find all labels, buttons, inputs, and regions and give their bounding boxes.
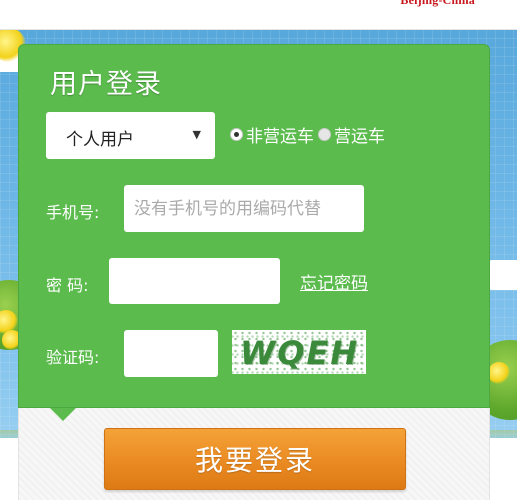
password-label: 密 码:	[46, 276, 89, 295]
forgot-password-link[interactable]: 忘记密码	[300, 269, 368, 294]
captcha-input[interactable]	[124, 330, 218, 377]
captcha-code: WQEH	[240, 334, 360, 372]
panel-notch	[50, 408, 76, 421]
login-panel: 用户登录 个人用户 ▼ 非营运车 营运车 手机号: 密 码: 忘记密码 验证码:…	[18, 44, 490, 500]
radio-unchecked-icon[interactable]	[318, 128, 331, 141]
phone-label: 手机号:	[46, 203, 100, 222]
password-input[interactable]	[109, 258, 280, 304]
vehicle-type-radios: 非营运车 营运车	[230, 122, 389, 147]
radio-commercial[interactable]: 营运车	[318, 122, 385, 147]
radio-non-commercial[interactable]: 非营运车	[230, 122, 314, 147]
top-header: Beijing-China	[0, 0, 517, 30]
captcha-image[interactable]: WQEH	[232, 330, 366, 374]
chevron-down-icon: ▼	[192, 128, 201, 141]
phone-input[interactable]	[124, 185, 364, 232]
user-type-value: 个人用户	[66, 130, 134, 150]
brand-logo: Beijing-China	[400, 0, 475, 7]
radio-label: 营运车	[334, 127, 385, 147]
flower-decoration	[488, 362, 510, 384]
radio-checked-icon[interactable]	[230, 128, 243, 141]
login-button[interactable]: 我要登录	[104, 428, 406, 490]
login-title: 用户登录	[50, 69, 162, 100]
captcha-label: 验证码:	[46, 348, 100, 367]
radio-label: 非营运车	[246, 127, 314, 147]
user-type-select[interactable]: 个人用户 ▼	[46, 112, 215, 159]
